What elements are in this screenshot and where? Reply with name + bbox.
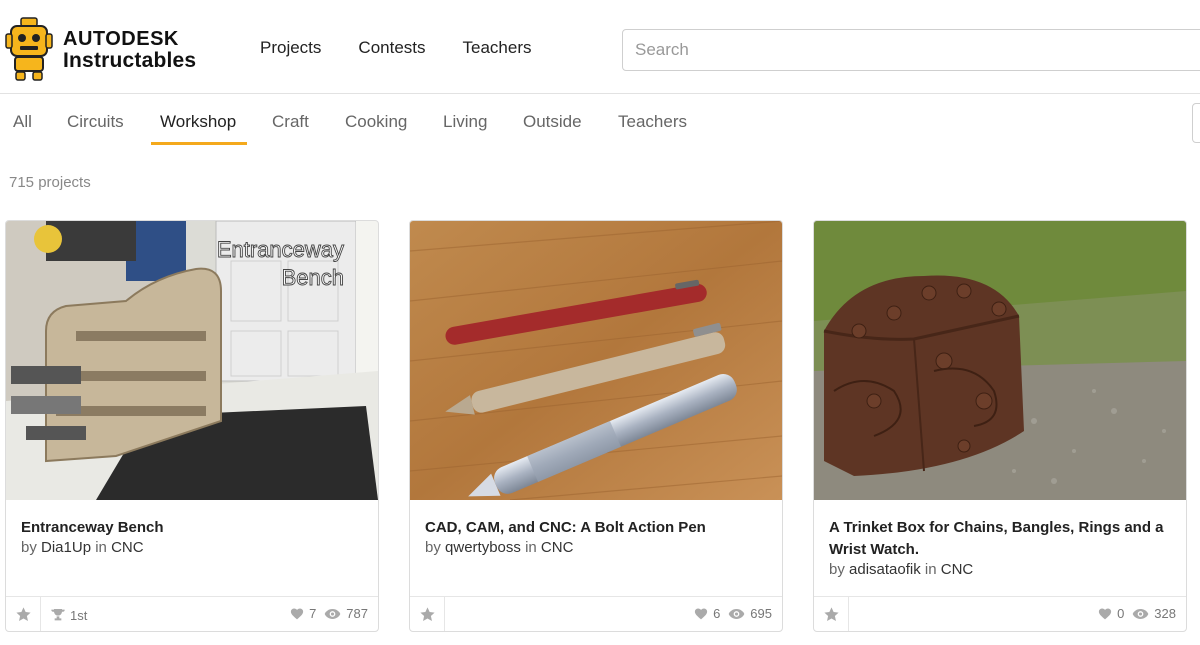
heart-icon bbox=[694, 608, 708, 620]
view-count: 695 bbox=[750, 606, 772, 621]
sort-dropdown[interactable] bbox=[1192, 103, 1200, 143]
topnav-projects[interactable]: Projects bbox=[260, 38, 321, 58]
category-tab-living[interactable]: Living bbox=[443, 112, 487, 132]
favorite-count: 7 bbox=[309, 606, 317, 621]
contest-prize: 1st bbox=[50, 607, 87, 623]
category-link[interactable]: CNC bbox=[541, 539, 574, 556]
byline-prefix: by bbox=[21, 539, 37, 556]
prize-label: 1st bbox=[70, 608, 88, 623]
card-footer: 6 695 bbox=[410, 596, 782, 631]
project-title[interactable]: A Trinket Box for Chains, Bangles, Rings… bbox=[829, 517, 1174, 561]
logo-line-instructables: Instructables bbox=[63, 49, 197, 72]
byline-in: in bbox=[525, 539, 537, 556]
star-icon bbox=[824, 607, 839, 621]
category-tab-teachers[interactable]: Teachers bbox=[618, 112, 687, 132]
author-link[interactable]: qwertyboss bbox=[445, 539, 521, 556]
topnav-contests[interactable]: Contests bbox=[358, 38, 425, 58]
favorite-button[interactable] bbox=[814, 597, 849, 631]
byline-in: in bbox=[95, 539, 107, 556]
category-tab-cooking[interactable]: Cooking bbox=[345, 112, 407, 132]
favorite-count: 6 bbox=[713, 606, 721, 621]
site-logo[interactable]: AUTODESK Instructables bbox=[4, 14, 204, 84]
category-tab-outside[interactable]: Outside bbox=[523, 112, 582, 132]
byline-prefix: by bbox=[425, 539, 441, 556]
active-tab-indicator bbox=[151, 142, 247, 145]
byline-in: in bbox=[924, 561, 937, 578]
card-stats: 7 787 bbox=[290, 606, 368, 621]
category-link[interactable]: CNC bbox=[941, 561, 974, 578]
trophy-icon bbox=[51, 609, 65, 621]
author-link[interactable]: adisataofik bbox=[849, 561, 921, 578]
project-byline: by Dia1Up in CNC bbox=[21, 539, 144, 556]
site-header: AUTODESK Instructables Projects Contests… bbox=[0, 0, 1200, 94]
card-stats: 6 695 bbox=[694, 606, 772, 621]
project-thumbnail-pens[interactable] bbox=[410, 221, 782, 500]
project-title[interactable]: Entranceway Bench bbox=[21, 517, 366, 539]
eye-icon bbox=[1133, 608, 1149, 619]
category-link[interactable]: CNC bbox=[111, 539, 144, 556]
favorite-count: 0 bbox=[1117, 606, 1125, 621]
topnav-teachers[interactable]: Teachers bbox=[463, 38, 532, 58]
heart-icon bbox=[1098, 608, 1112, 620]
category-tab-circuits[interactable]: Circuits bbox=[67, 112, 124, 132]
eye-icon bbox=[729, 608, 745, 619]
card-stats: 0 328 bbox=[1098, 606, 1176, 621]
favorite-button[interactable] bbox=[410, 597, 445, 631]
top-navigation: Projects Contests Teachers bbox=[260, 38, 569, 58]
view-count: 328 bbox=[1154, 606, 1176, 621]
heart-icon bbox=[290, 608, 304, 620]
category-nav: All Circuits Workshop Craft Cooking Livi… bbox=[0, 95, 1200, 155]
star-icon bbox=[420, 607, 435, 621]
project-title[interactable]: CAD, CAM, and CNC: A Bolt Action Pen bbox=[425, 517, 770, 539]
logo-line-autodesk: AUTODESK bbox=[63, 28, 179, 50]
card-footer: 1st 7 787 bbox=[6, 596, 378, 631]
logo-wordmark: AUTODESK Instructables bbox=[63, 28, 197, 72]
search-input[interactable] bbox=[622, 29, 1200, 71]
robot-logo-icon bbox=[5, 17, 53, 81]
view-count: 787 bbox=[346, 606, 368, 621]
eye-icon bbox=[325, 608, 341, 619]
project-byline: by qwertyboss in CNC bbox=[425, 539, 573, 556]
project-card[interactable]: A Trinket Box for Chains, Bangles, Rings… bbox=[813, 220, 1187, 632]
byline-prefix: by bbox=[829, 561, 845, 578]
project-card[interactable]: Entranceway Bench Entranceway Bench by Di… bbox=[5, 220, 379, 632]
star-icon bbox=[16, 607, 31, 621]
author-link[interactable]: Dia1Up bbox=[41, 539, 91, 556]
favorite-button[interactable] bbox=[6, 597, 41, 631]
project-byline: by adisataofik in CNC bbox=[829, 561, 973, 578]
project-count: 715 projects bbox=[9, 174, 91, 191]
category-tab-workshop[interactable]: Workshop bbox=[160, 112, 236, 132]
project-thumbnail-bench[interactable]: Entranceway Bench bbox=[6, 221, 378, 500]
category-tab-all[interactable]: All bbox=[13, 112, 32, 132]
card-footer: 0 328 bbox=[814, 596, 1186, 631]
category-tab-craft[interactable]: Craft bbox=[272, 112, 309, 132]
project-card[interactable]: CAD, CAM, and CNC: A Bolt Action Pen by … bbox=[409, 220, 783, 632]
project-thumbnail-trinket-box[interactable] bbox=[814, 221, 1186, 500]
